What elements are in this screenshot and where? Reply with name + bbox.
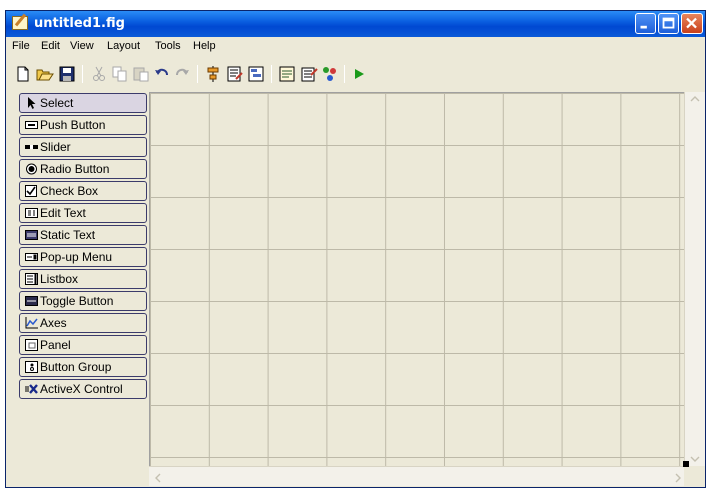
edit-text-icon — [25, 208, 38, 218]
menu-view[interactable]: View — [70, 40, 94, 52]
figure-resize-handle[interactable] — [683, 461, 689, 467]
toolbar-separator — [82, 65, 83, 83]
check-box-icon — [25, 185, 37, 197]
palette-label: Select — [40, 96, 74, 110]
palette-axes[interactable]: Axes — [19, 313, 147, 333]
redo-icon[interactable] — [173, 65, 191, 83]
menu-editor-icon[interactable] — [226, 65, 244, 83]
palette-label: Edit Text — [40, 206, 86, 220]
palette-activex-control[interactable]: ActiveX Control — [19, 379, 147, 399]
palette-static-text[interactable]: Static Text — [19, 225, 147, 245]
close-icon — [686, 17, 697, 29]
palette-label: ActiveX Control — [40, 382, 123, 396]
title-bar[interactable]: untitled1.fig — [6, 11, 705, 37]
maximize-icon — [662, 17, 675, 29]
palette-label: Slider — [40, 140, 71, 154]
scroll-left-icon[interactable] — [155, 473, 161, 483]
menu-file[interactable]: File — [12, 40, 30, 52]
minimize-button[interactable] — [635, 13, 656, 34]
paste-icon[interactable] — [132, 65, 150, 83]
mfile-editor-icon[interactable] — [278, 65, 296, 83]
menu-tools[interactable]: Tools — [155, 40, 181, 52]
arrow-icon — [28, 97, 36, 109]
button-group-icon — [25, 361, 38, 373]
scroll-down-icon[interactable] — [690, 456, 700, 462]
palette-label: Toggle Button — [40, 294, 114, 308]
copy-icon[interactable] — [111, 65, 129, 83]
run-icon[interactable] — [350, 65, 368, 83]
palette-button-group[interactable]: Button Group — [19, 357, 147, 377]
tab-order-icon[interactable] — [247, 65, 265, 83]
palette-label: Listbox — [40, 272, 79, 286]
palette-label: Radio Button — [40, 162, 110, 176]
maximize-button[interactable] — [658, 13, 679, 34]
slider-icon — [25, 145, 38, 149]
palette-panel[interactable]: Panel — [19, 335, 147, 355]
palette-select[interactable]: Select — [19, 93, 147, 113]
popup-menu-icon — [25, 253, 38, 261]
align-icon[interactable] — [204, 65, 222, 83]
palette-radio-button[interactable]: Radio Button — [19, 159, 147, 179]
toolbar-separator — [344, 65, 345, 83]
close-button[interactable] — [681, 13, 703, 34]
palette-label: Push Button — [40, 118, 106, 132]
toolbar — [6, 57, 705, 95]
palette-label: Static Text — [40, 228, 96, 242]
new-icon[interactable] — [14, 65, 32, 83]
palette-label: Pop-up Menu — [40, 250, 113, 264]
scroll-right-icon[interactable] — [675, 473, 681, 483]
toolbar-separator — [271, 65, 272, 83]
cut-icon[interactable] — [90, 65, 108, 83]
radio-button-icon — [26, 163, 37, 175]
scroll-up-icon[interactable] — [690, 96, 700, 102]
palette-listbox[interactable]: Listbox — [19, 269, 147, 289]
component-palette: Select Push Button Slider Radio Button C… — [19, 93, 150, 465]
window-title: untitled1.fig — [34, 16, 125, 31]
vertical-scrollbar[interactable] — [684, 92, 705, 466]
activex-icon — [25, 384, 38, 394]
axes-icon — [25, 317, 38, 329]
menu-help[interactable]: Help — [193, 40, 216, 52]
listbox-icon — [25, 273, 38, 285]
palette-push-button[interactable]: Push Button — [19, 115, 147, 135]
undo-icon[interactable] — [153, 65, 171, 83]
object-browser-icon[interactable] — [321, 65, 339, 83]
minimize-icon — [640, 25, 647, 29]
palette-label: Button Group — [40, 360, 112, 374]
menu-layout[interactable]: Layout — [107, 40, 140, 52]
horizontal-scrollbar[interactable] — [149, 466, 684, 486]
static-text-icon — [25, 230, 38, 240]
palette-slider[interactable]: Slider — [19, 137, 147, 157]
palette-label: Axes — [40, 316, 67, 330]
palette-label: Check Box — [40, 184, 99, 198]
push-button-icon — [25, 121, 38, 129]
save-icon[interactable] — [58, 65, 76, 83]
panel-icon — [25, 339, 38, 351]
palette-check-box[interactable]: Check Box — [19, 181, 147, 201]
palette-toggle-button[interactable]: Toggle Button — [19, 291, 147, 311]
palette-edit-text[interactable]: Edit Text — [19, 203, 147, 223]
figure-app-icon — [12, 16, 28, 30]
menu-bar: File Edit View Layout Tools Help — [6, 37, 705, 56]
layout-canvas[interactable] — [149, 92, 684, 466]
toggle-button-icon — [25, 296, 38, 306]
toolbar-separator — [197, 65, 198, 83]
menu-edit[interactable]: Edit — [41, 40, 60, 52]
palette-label: Panel — [40, 338, 71, 352]
open-icon[interactable] — [36, 65, 54, 83]
palette-popup-menu[interactable]: Pop-up Menu — [19, 247, 147, 267]
property-inspector-icon[interactable] — [300, 65, 318, 83]
